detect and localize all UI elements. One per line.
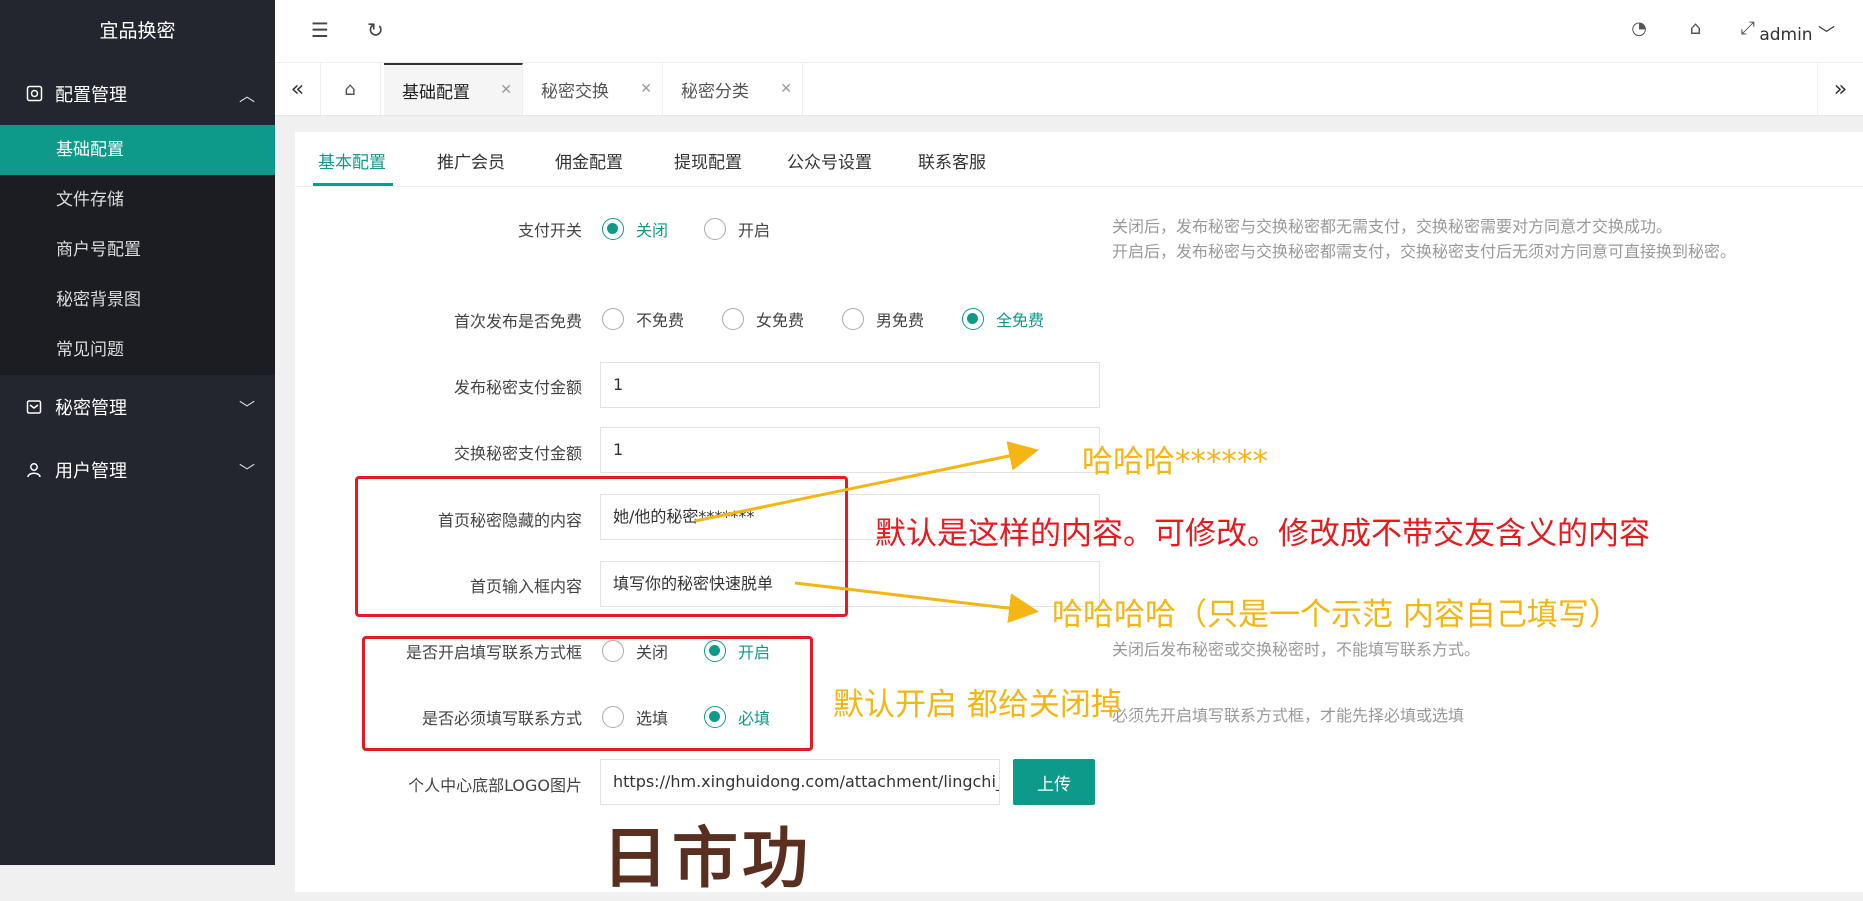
sidebar-item-basic-config[interactable]: 基础配置 [0,125,275,175]
brand-title: 宜品换密 [0,0,275,62]
publish-amount-label: 发布秘密支付金额 [453,378,582,397]
annotation-note3: 哈哈哈哈（只是一个示范 内容自己填写） [1052,597,1620,633]
radio-circle [962,308,984,330]
subtab-official-account[interactable]: 公众号设置 [787,148,872,173]
menu-config-management[interactable]: 配置管理 ︿ [0,62,275,125]
help-line: 开启后，发布秘密与交换秘密都需支付，交换秘密支付后无须对方同意可直接换到秘密。 [1112,242,1737,261]
upload-button[interactable]: 上传 [1013,759,1095,805]
logo-url-input[interactable]: https://hm.xinghuidong.com/attachment/li… [600,759,1000,805]
close-icon[interactable]: ✕ [780,81,792,97]
menu-config-label: 配置管理 [55,84,127,106]
fullscreen-icon[interactable]: ⤢ [1741,18,1755,39]
menu-secret-label: 秘密管理 [55,397,127,419]
tab-strip: « ⌂ 基础配置 ✕ 秘密交换 ✕ 秘密分类 ✕ » [275,62,1863,116]
radio-label: 全免费 [996,311,1045,330]
sidebar-item-secret-background[interactable]: 秘密背景图 [0,275,275,325]
radio-circle [602,218,624,240]
settings-icon [25,85,43,103]
active-subtab-indicator [313,183,393,186]
theme-icon[interactable]: ◔ [1631,18,1647,39]
subtab-commission[interactable]: 佣金配置 [555,148,623,173]
contact-switch-help: 关闭后发布秘密或交换秘密时，不能填写联系方式。 [1112,640,1481,659]
radio-circle [842,308,864,330]
menu-group-secret: 秘密管理 ﹀ [0,375,275,438]
menu-user-label: 用户管理 [55,460,127,482]
first-free-label: 首次发布是否免费 [453,312,582,331]
radio-label: 不免费 [636,311,685,330]
secret-icon [25,398,43,416]
exchange-amount-input[interactable]: 1 [600,427,1100,473]
tag-icon[interactable]: ⌂ [1690,18,1701,39]
exchange-amount-label: 交换秘密支付金额 [453,444,582,463]
settings-subtabs: 基本配置 推广会员 佣金配置 提现配置 公众号设置 联系客服 [295,132,1863,187]
refresh-icon[interactable]: ↻ [367,18,384,42]
tab-secret-category[interactable]: 秘密分类 ✕ [663,63,803,115]
chevron-down-icon: ﹀ [238,398,255,418]
logo-preview-image: 日市功 [602,820,812,897]
menu-group-config: 配置管理 ︿ 基础配置 文件存储 商户号配置 秘密背景图 常见问题 [0,62,275,375]
tab-label: 秘密交换 [541,81,609,102]
chevron-up-icon: ︿ [238,85,255,105]
subtab-basic[interactable]: 基本配置 [318,148,386,173]
contact-required-help: 必须先开启填写联系方式框，才能先择必填或选填 [1112,706,1465,725]
top-bar: ☰ ↻ ◔ ⌂ ⤢ admin ﹀ [275,0,1863,62]
sidebar-item-file-storage[interactable]: 文件存储 [0,175,275,225]
first-free-all-radio[interactable]: 全免费 [962,307,1044,331]
tabs-scroll-right-icon[interactable]: » [1817,63,1863,115]
annotation-note1: 哈哈哈****** [1082,444,1268,480]
pay-switch-off-radio[interactable]: 关闭 [602,217,668,241]
sidebar-item-merchant-config[interactable]: 商户号配置 [0,225,275,275]
annotation-box-home-content [355,476,848,617]
subtab-promotion[interactable]: 推广会员 [437,148,505,173]
menu-fold-icon[interactable]: ☰ [311,18,329,42]
annotation-note2: 默认是这样的内容。可修改。修改成不带交友含义的内容 [875,516,1650,552]
config-submenu: 基础配置 文件存储 商户号配置 秘密背景图 常见问题 [0,125,275,375]
first-free-female-radio[interactable]: 女免费 [722,307,804,331]
annotation-box-contact [362,636,813,751]
radio-label: 开启 [738,221,771,240]
first-free-male-radio[interactable]: 男免费 [842,307,924,331]
first-free-none-radio[interactable]: 不免费 [602,307,684,331]
annotation-note4: 默认开启 都给关闭掉 [833,687,1122,723]
subtab-withdraw[interactable]: 提现配置 [674,148,742,173]
help-line: 关闭后，发布秘密与交换秘密都无需支付，交换秘密需要对方同意才交换成功。 [1112,217,1673,236]
close-icon[interactable]: ✕ [640,81,652,97]
tab-basic-config[interactable]: 基础配置 ✕ [384,63,523,115]
publish-amount-input[interactable]: 1 [600,362,1100,408]
radio-circle [602,308,624,330]
radio-label: 关闭 [636,221,669,240]
tab-secret-exchange[interactable]: 秘密交换 ✕ [523,63,663,115]
tab-label: 基础配置 [402,82,470,103]
user-menu[interactable]: admin ﹀ [1759,20,1835,45]
menu-user-management[interactable]: 用户管理 ﹀ [0,438,275,501]
tab-label: 秘密分类 [681,81,749,102]
tabs-scroll-left-icon[interactable]: « [275,63,321,115]
pay-switch-help: 关闭后，发布秘密与交换秘密都无需支付，交换秘密需要对方同意才交换成功。 开启后，… [1112,214,1736,264]
subtab-customer-service[interactable]: 联系客服 [918,148,986,173]
chevron-down-icon: ﹀ [1818,25,1835,45]
logo-label: 个人中心底部LOGO图片 [408,776,582,795]
username: admin [1759,25,1813,45]
radio-label: 女免费 [756,311,805,330]
radio-circle [704,218,726,240]
user-icon [25,461,43,479]
close-icon[interactable]: ✕ [500,82,512,98]
sidebar-item-faq[interactable]: 常见问题 [0,325,275,375]
sidebar: 宜品换密 配置管理 ︿ 基础配置 文件存储 商户号配置 秘密背景图 常见问题 秘… [0,0,275,865]
home-icon[interactable]: ⌂ [320,63,381,115]
radio-label: 男免费 [876,311,925,330]
radio-circle [722,308,744,330]
pay-switch-label: 支付开关 [517,221,582,240]
menu-group-user: 用户管理 ﹀ [0,438,275,501]
menu-secret-management[interactable]: 秘密管理 ﹀ [0,375,275,438]
pay-switch-on-radio[interactable]: 开启 [704,217,770,241]
chevron-down-icon: ﹀ [238,461,255,481]
